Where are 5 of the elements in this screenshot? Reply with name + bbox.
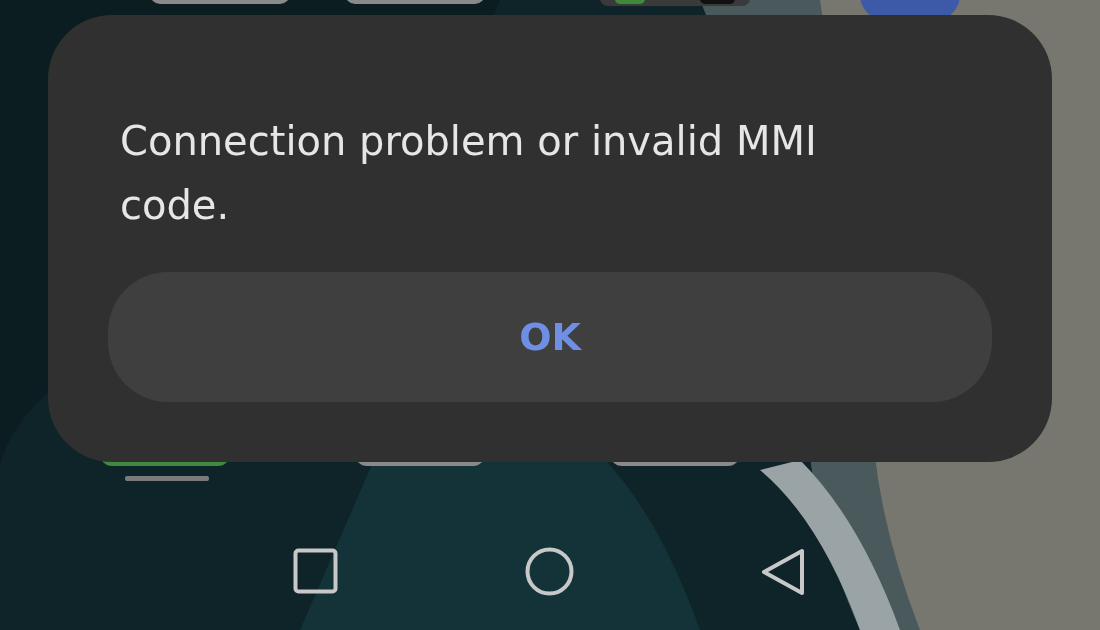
- recent-apps-icon[interactable]: [293, 548, 338, 594]
- ok-button[interactable]: OK: [108, 272, 992, 402]
- home-icon[interactable]: [525, 547, 574, 596]
- dialog-message: Connection problem or invalid MMI code.: [119, 117, 818, 230]
- back-icon[interactable]: [760, 548, 806, 596]
